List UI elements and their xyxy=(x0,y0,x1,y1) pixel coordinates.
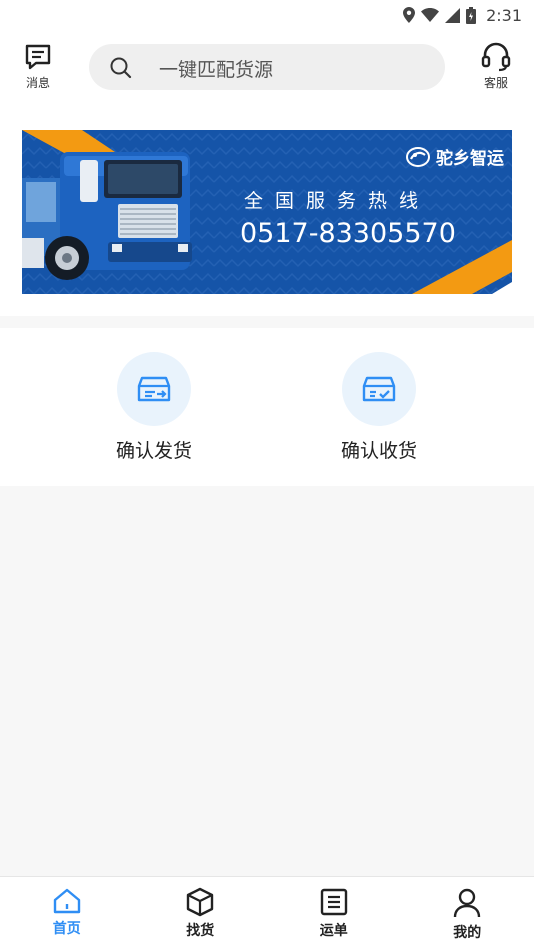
top-header: 消息 一键匹配货源 客服 xyxy=(0,30,534,109)
customer-service-label: 客服 xyxy=(484,74,508,91)
messages-label: 消息 xyxy=(26,74,50,91)
confirm-receipt-label: 确认收货 xyxy=(341,436,417,463)
clock: 2:31 xyxy=(486,6,522,25)
customer-service-button[interactable]: 客服 xyxy=(472,42,520,98)
nav-waybill[interactable]: 运单 xyxy=(267,877,401,951)
confirm-shipment-label: 确认发货 xyxy=(116,436,192,463)
message-icon xyxy=(23,42,53,72)
quick-actions: 确认发货 确认收货 xyxy=(0,328,534,486)
confirm-shipment-button[interactable]: 确认发货 xyxy=(84,352,224,472)
search-icon xyxy=(109,56,133,80)
nav-waybill-label: 运单 xyxy=(320,920,348,940)
brand-logo: 驼乡智运 xyxy=(406,144,504,169)
messages-button[interactable]: 消息 xyxy=(14,42,62,98)
nav-home-label: 首页 xyxy=(53,918,81,938)
hotline-title: 全国服务热线 xyxy=(244,186,474,213)
receive-box-icon xyxy=(362,374,396,404)
nav-find-goods-label: 找货 xyxy=(186,920,214,940)
brand-mark-icon xyxy=(406,146,430,168)
confirm-receipt-button[interactable]: 确认收货 xyxy=(309,352,449,472)
battery-icon xyxy=(466,7,476,24)
status-bar: 2:31 xyxy=(0,0,534,30)
hotline-number: 0517-83305570 xyxy=(240,218,456,249)
nav-find-goods[interactable]: 找货 xyxy=(134,877,268,951)
bottom-navigation: 首页 找货 运单 我的 xyxy=(0,876,534,951)
hotline-banner[interactable]: 驼乡智运 全国服务热线 0517-83305570 xyxy=(22,130,512,294)
headset-icon xyxy=(480,42,512,72)
location-icon xyxy=(403,7,415,23)
wifi-icon xyxy=(421,8,439,22)
confirm-shipment-icon-circle xyxy=(117,352,191,426)
search-input[interactable]: 一键匹配货源 xyxy=(89,44,445,90)
package-icon xyxy=(185,887,215,917)
status-icons: 2:31 xyxy=(403,5,522,25)
brand-name: 驼乡智运 xyxy=(436,144,504,169)
banner-section: 驼乡智运 全国服务热线 0517-83305570 xyxy=(0,108,534,316)
confirm-receipt-icon-circle xyxy=(342,352,416,426)
nav-mine-label: 我的 xyxy=(453,922,481,942)
nav-home[interactable]: 首页 xyxy=(0,877,134,951)
nav-mine[interactable]: 我的 xyxy=(401,877,534,951)
home-icon xyxy=(52,887,82,915)
waybill-icon xyxy=(319,887,349,917)
shipment-box-icon xyxy=(137,374,171,404)
user-icon xyxy=(452,887,482,919)
signal-icon xyxy=(445,8,460,23)
search-placeholder: 一键匹配货源 xyxy=(159,55,273,82)
